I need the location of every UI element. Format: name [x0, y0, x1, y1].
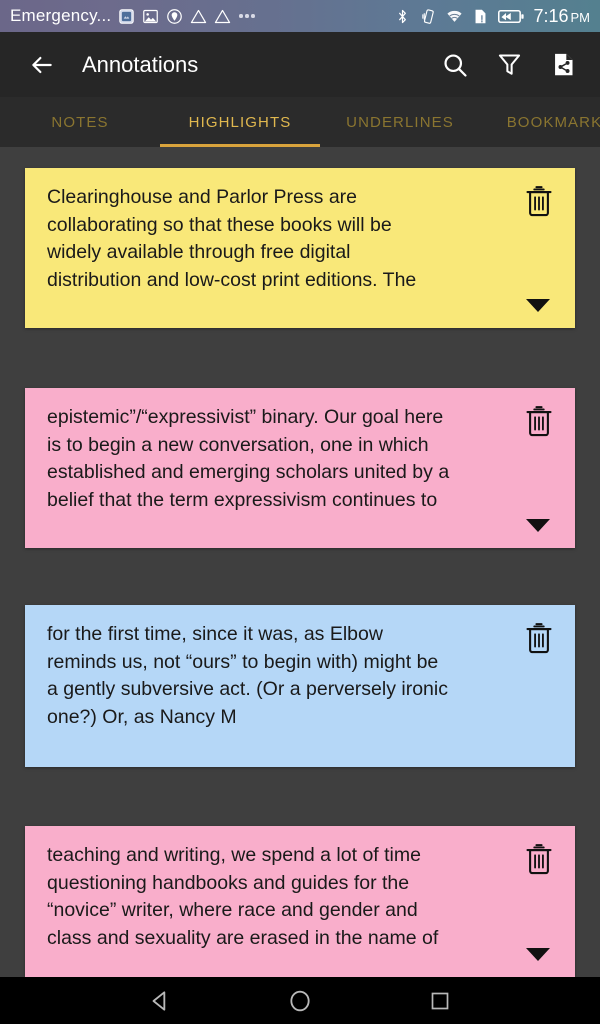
annotation-text: Clearinghouse and Parlor Press are colla… [47, 186, 417, 291]
annotation-card[interactable]: Clearinghouse and Parlor Press are colla… [25, 168, 575, 328]
wifi-icon [447, 10, 463, 22]
status-bar: Emergency... 7:16 PM [0, 0, 600, 32]
nav-recents-button[interactable] [415, 981, 465, 1021]
annotation-card[interactable]: for the first time, since it was, as Elb… [25, 605, 575, 767]
annotation-text: for the first time, since it was, as Elb… [47, 623, 448, 728]
search-button[interactable] [438, 48, 472, 82]
tab-notes[interactable]: NOTES [0, 97, 160, 147]
nav-back-button[interactable] [135, 981, 185, 1021]
toolbar-actions [438, 48, 580, 82]
status-bar-right: 7:16 PM [394, 6, 590, 27]
annotation-text: teaching and writing, we spend a lot of … [47, 844, 439, 949]
android-navigation-bar [0, 977, 600, 1024]
page-title: Annotations [82, 51, 199, 77]
share-document-icon [554, 53, 572, 76]
status-clock: 7:16 PM [533, 5, 590, 26]
trash-icon[interactable] [523, 843, 555, 877]
sim-alert-icon [475, 9, 486, 23]
warning-triangle-icon [215, 9, 231, 23]
annotation-card[interactable]: teaching and writing, we spend a lot of … [25, 826, 575, 977]
back-arrow-icon [32, 56, 52, 73]
photo-icon [143, 9, 159, 23]
expand-chevron-icon[interactable] [526, 948, 550, 961]
tab-underlines[interactable]: UNDERLINES [320, 97, 480, 147]
annotations-list[interactable]: Clearinghouse and Parlor Press are colla… [0, 147, 600, 977]
filter-button[interactable] [492, 48, 526, 82]
app-notification-icon [119, 8, 135, 24]
overflow-dots-icon [239, 14, 255, 18]
app-toolbar: Annotations [0, 32, 600, 97]
tab-highlights[interactable]: HIGHLIGHTS [160, 97, 320, 147]
annotation-text: epistemic”/“expressivist” binary. Our go… [47, 406, 450, 511]
trash-icon[interactable] [523, 185, 555, 219]
share-document-button[interactable] [546, 48, 580, 82]
search-icon [444, 53, 467, 77]
expand-chevron-icon[interactable] [526, 299, 550, 312]
battery-charging-icon [498, 9, 525, 23]
tab-bookmarks[interactable]: BOOKMARKS [480, 97, 600, 147]
triangle-back-icon [152, 990, 166, 1011]
expand-chevron-icon[interactable] [526, 519, 550, 532]
nav-home-button[interactable] [275, 981, 325, 1021]
filter-funnel-icon [498, 54, 520, 75]
status-bar-left: Emergency... [10, 6, 394, 26]
back-button[interactable] [20, 43, 64, 87]
warning-triangle-icon [191, 9, 207, 23]
bluetooth-icon [399, 9, 407, 23]
square-recents-icon [431, 992, 449, 1009]
vibrate-icon [422, 8, 435, 24]
shield-location-icon [167, 8, 183, 24]
circle-home-icon [290, 990, 310, 1011]
trash-icon[interactable] [523, 405, 555, 439]
annotation-tabs[interactable]: NOTES HIGHLIGHTS UNDERLINES BOOKMARKS [0, 97, 600, 147]
carrier-label: Emergency... [10, 6, 112, 25]
phone-screen: Emergency... 7:16 PM Annotations NOTES H… [0, 0, 600, 1024]
annotation-card[interactable]: epistemic”/“expressivist” binary. Our go… [25, 388, 575, 548]
trash-icon[interactable] [523, 622, 555, 656]
